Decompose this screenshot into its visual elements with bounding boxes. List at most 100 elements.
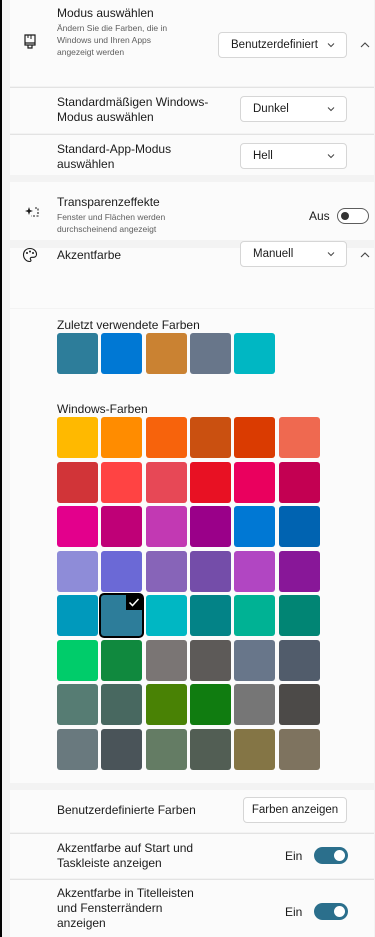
transparency-title: Transparenzeffekte (57, 195, 160, 209)
color-swatch[interactable] (57, 461, 98, 503)
color-swatch[interactable] (234, 550, 276, 592)
accent-title-title-1: Akzentfarbe in Titelleisten (57, 886, 194, 900)
palette-icon (22, 247, 38, 263)
color-swatch[interactable] (57, 639, 98, 681)
color-swatch[interactable] (189, 506, 231, 547)
mode-subtitle-3: angezeigt werden (57, 47, 125, 57)
color-swatch[interactable] (57, 728, 98, 770)
transparency-toggle[interactable] (337, 208, 369, 224)
color-swatch[interactable] (57, 595, 98, 636)
mode-dropdown-value: Benutzerdefiniert (231, 39, 318, 51)
chevron-up-icon[interactable] (359, 40, 371, 50)
accent-start-toggle[interactable] (314, 847, 348, 864)
checkmark-icon (126, 595, 143, 610)
color-swatch[interactable] (278, 550, 320, 592)
color-swatch[interactable] (234, 595, 276, 636)
color-swatch[interactable] (278, 506, 320, 547)
accent-dropdown[interactable]: Manuell (240, 241, 347, 267)
color-swatch[interactable] (145, 417, 187, 458)
windows-mode-title-2: Modus auswählen (57, 110, 154, 124)
color-swatch[interactable] (278, 417, 320, 458)
app-mode-title-1: Standard-App-Modus (57, 142, 172, 156)
color-swatch[interactable] (101, 595, 143, 636)
custom-colors-label: Benutzerdefinierte Farben (57, 803, 196, 817)
color-swatch[interactable] (57, 333, 98, 374)
accent-title-title-2: und Fensterrändern (57, 901, 163, 915)
windows-mode-title-1: Standardmäßigen Windows- (57, 95, 209, 109)
accent-title-title-3: anzeigen (57, 916, 106, 930)
accent-dropdown-value: Manuell (253, 248, 294, 260)
color-swatch[interactable] (278, 461, 320, 503)
color-swatch[interactable] (57, 550, 98, 592)
color-swatch[interactable] (101, 728, 143, 770)
show-colors-button[interactable]: Farben anzeigen (243, 797, 347, 823)
color-swatch[interactable] (101, 684, 143, 725)
color-swatch[interactable] (101, 461, 143, 503)
transparency-subtitle-1: Fenster und Flächen werden (57, 212, 166, 222)
transparency-subtitle-2: durchscheinend angezeigt (57, 224, 157, 234)
windows-mode-value: Dunkel (253, 103, 289, 115)
color-swatch[interactable] (145, 461, 187, 503)
color-swatch[interactable] (101, 333, 143, 374)
color-swatch[interactable] (101, 417, 143, 458)
color-swatch[interactable] (278, 595, 320, 636)
color-swatch[interactable] (189, 461, 231, 503)
color-swatch[interactable] (234, 684, 276, 725)
color-swatch[interactable] (145, 684, 187, 725)
color-swatch[interactable] (234, 639, 276, 681)
color-swatch[interactable] (278, 728, 320, 770)
color-swatch[interactable] (101, 639, 143, 681)
windows-colors-label: Windows-Farben (57, 402, 148, 416)
color-swatch[interactable] (234, 506, 276, 547)
color-swatch[interactable] (278, 684, 320, 725)
mode-subtitle-2: Windows und Ihren Apps (57, 35, 152, 45)
accent-start-title-1: Akzentfarbe auf Start und (57, 841, 194, 855)
color-swatch[interactable] (234, 461, 276, 503)
color-swatch[interactable] (145, 506, 187, 547)
app-mode-value: Hell (253, 150, 273, 162)
toggle-knob (334, 906, 345, 917)
color-swatch[interactable] (189, 684, 231, 725)
chevron-up-icon[interactable] (359, 250, 371, 260)
accent-start-state: Ein (285, 849, 303, 863)
color-swatch[interactable] (234, 417, 276, 458)
accent-start-title-2: Taskleiste anzeigen (57, 856, 162, 870)
mode-subtitle-1: Ändern Sie die Farben, die in (57, 23, 168, 33)
color-swatch[interactable] (145, 728, 187, 770)
color-swatch[interactable] (189, 639, 231, 681)
chevron-down-icon (327, 154, 335, 159)
app-mode-title-2: auswählen (57, 157, 115, 171)
accent-title-state: Ein (285, 905, 303, 919)
brush-icon (24, 34, 36, 49)
color-swatch[interactable] (101, 506, 143, 547)
color-swatch[interactable] (145, 333, 187, 374)
color-swatch[interactable] (145, 639, 187, 681)
mode-dropdown[interactable]: Benutzerdefiniert (218, 32, 347, 58)
color-swatch[interactable] (145, 550, 187, 592)
window-edge (0, 0, 2, 937)
toggle-knob (334, 850, 345, 861)
color-swatch[interactable] (57, 417, 98, 458)
color-swatch[interactable] (234, 728, 276, 770)
recent-colors-label: Zuletzt verwendete Farben (57, 318, 200, 332)
transparency-state: Aus (309, 209, 330, 223)
chevron-down-icon (327, 252, 335, 257)
color-swatch[interactable] (189, 550, 231, 592)
color-swatch[interactable] (101, 550, 143, 592)
chevron-down-icon (327, 43, 335, 48)
color-swatch[interactable] (57, 506, 98, 547)
windows-mode-dropdown[interactable]: Dunkel (240, 96, 347, 122)
color-swatch[interactable] (189, 728, 231, 770)
color-swatch[interactable] (189, 417, 231, 458)
color-swatch[interactable] (189, 595, 231, 636)
color-swatch[interactable] (234, 333, 276, 374)
color-swatch[interactable] (57, 684, 98, 725)
app-mode-dropdown[interactable]: Hell (240, 143, 347, 169)
transparency-icon (25, 207, 39, 217)
color-swatch[interactable] (189, 333, 231, 374)
accent-title: Akzentfarbe (57, 248, 122, 262)
toggle-knob (341, 212, 349, 220)
color-swatch[interactable] (145, 595, 187, 636)
color-swatch[interactable] (278, 639, 320, 681)
accent-title-toggle[interactable] (314, 903, 348, 920)
